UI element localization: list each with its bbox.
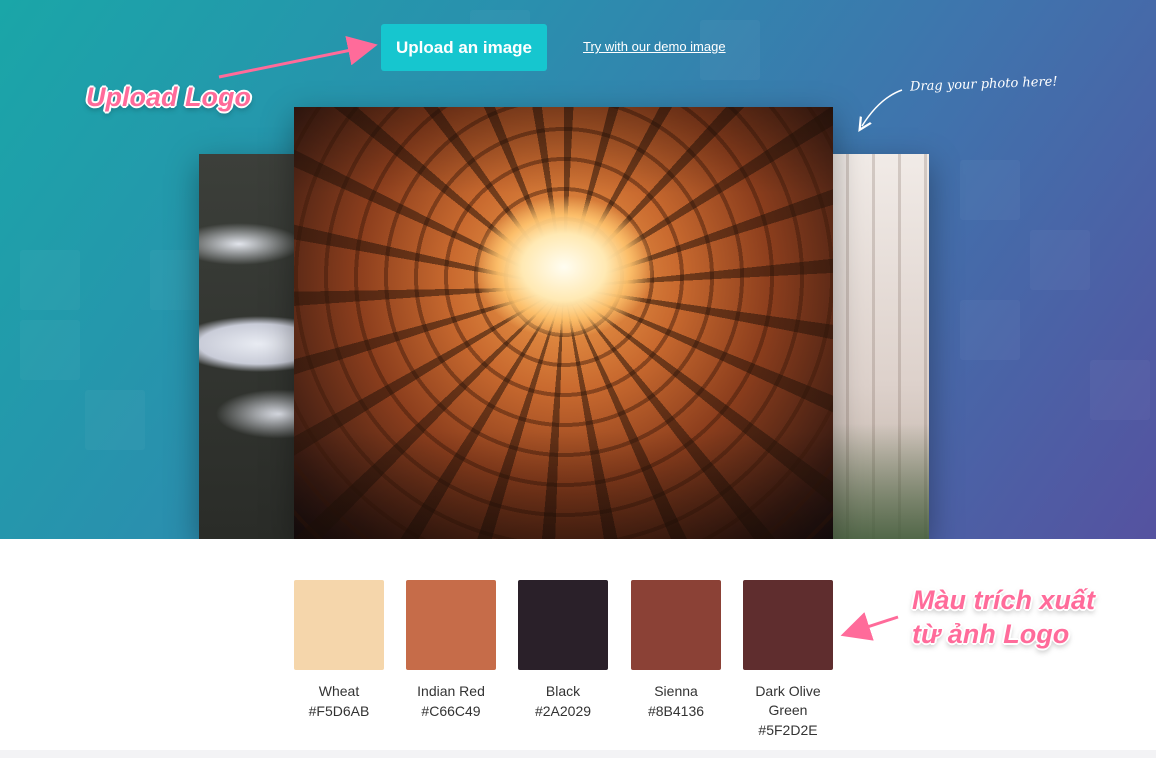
- swatch-name: Sienna: [654, 683, 698, 699]
- palette-swatch[interactable]: Indian Red #C66C49: [406, 580, 496, 721]
- swatch-name: Dark Olive Green: [755, 683, 821, 718]
- daisy-photo-card[interactable]: [199, 154, 309, 539]
- swatch-hex: #F5D6AB: [308, 703, 370, 719]
- swatch-hex: #5F2D2E: [758, 722, 818, 738]
- background-tile: [960, 300, 1020, 360]
- page-footer-strip: [0, 750, 1156, 758]
- background-tile: [20, 320, 80, 380]
- forest-photo-card[interactable]: [820, 154, 929, 539]
- color-swatch[interactable]: [518, 580, 608, 670]
- background-tile: [1090, 360, 1150, 420]
- color-swatch[interactable]: [631, 580, 721, 670]
- demo-image-link[interactable]: Try with our demo image: [583, 39, 726, 54]
- swatch-hex: #2A2029: [534, 703, 592, 719]
- palette-swatch[interactable]: Wheat #F5D6AB: [294, 580, 384, 721]
- annotation-line: từ ảnh Logo: [912, 619, 1070, 649]
- palette-swatch[interactable]: Black #2A2029: [518, 580, 608, 721]
- background-tile: [960, 160, 1020, 220]
- swatch-name: Indian Red: [417, 683, 485, 699]
- upload-image-button[interactable]: Upload an image: [381, 24, 547, 71]
- photo-shade: [294, 107, 833, 539]
- annotation-line: Màu trích xuất: [912, 585, 1096, 615]
- extracted-colors-annotation: Màu trích xuất từ ảnh Logo: [912, 583, 1095, 651]
- color-swatch[interactable]: [294, 580, 384, 670]
- background-tile: [1030, 230, 1090, 290]
- building-photo-card[interactable]: [294, 107, 833, 539]
- drag-hint-text: Drag your photo here!: [909, 74, 1058, 95]
- palette-swatch[interactable]: Sienna #8B4136: [631, 580, 721, 721]
- color-swatch[interactable]: [743, 580, 833, 670]
- background-tile: [20, 250, 80, 310]
- hero-dropzone[interactable]: Upload an image Try with our demo image …: [0, 0, 1156, 539]
- swatch-hex: #C66C49: [421, 703, 481, 719]
- background-tile: [85, 390, 145, 450]
- swatch-hex: #8B4136: [647, 703, 705, 719]
- swatch-name: Black: [545, 683, 581, 699]
- upload-logo-annotation: Upload Logo: [86, 82, 251, 112]
- palette-swatch[interactable]: Dark Olive Green #5F2D2E: [743, 580, 833, 740]
- swatch-name: Wheat: [318, 683, 360, 699]
- color-swatch[interactable]: [406, 580, 496, 670]
